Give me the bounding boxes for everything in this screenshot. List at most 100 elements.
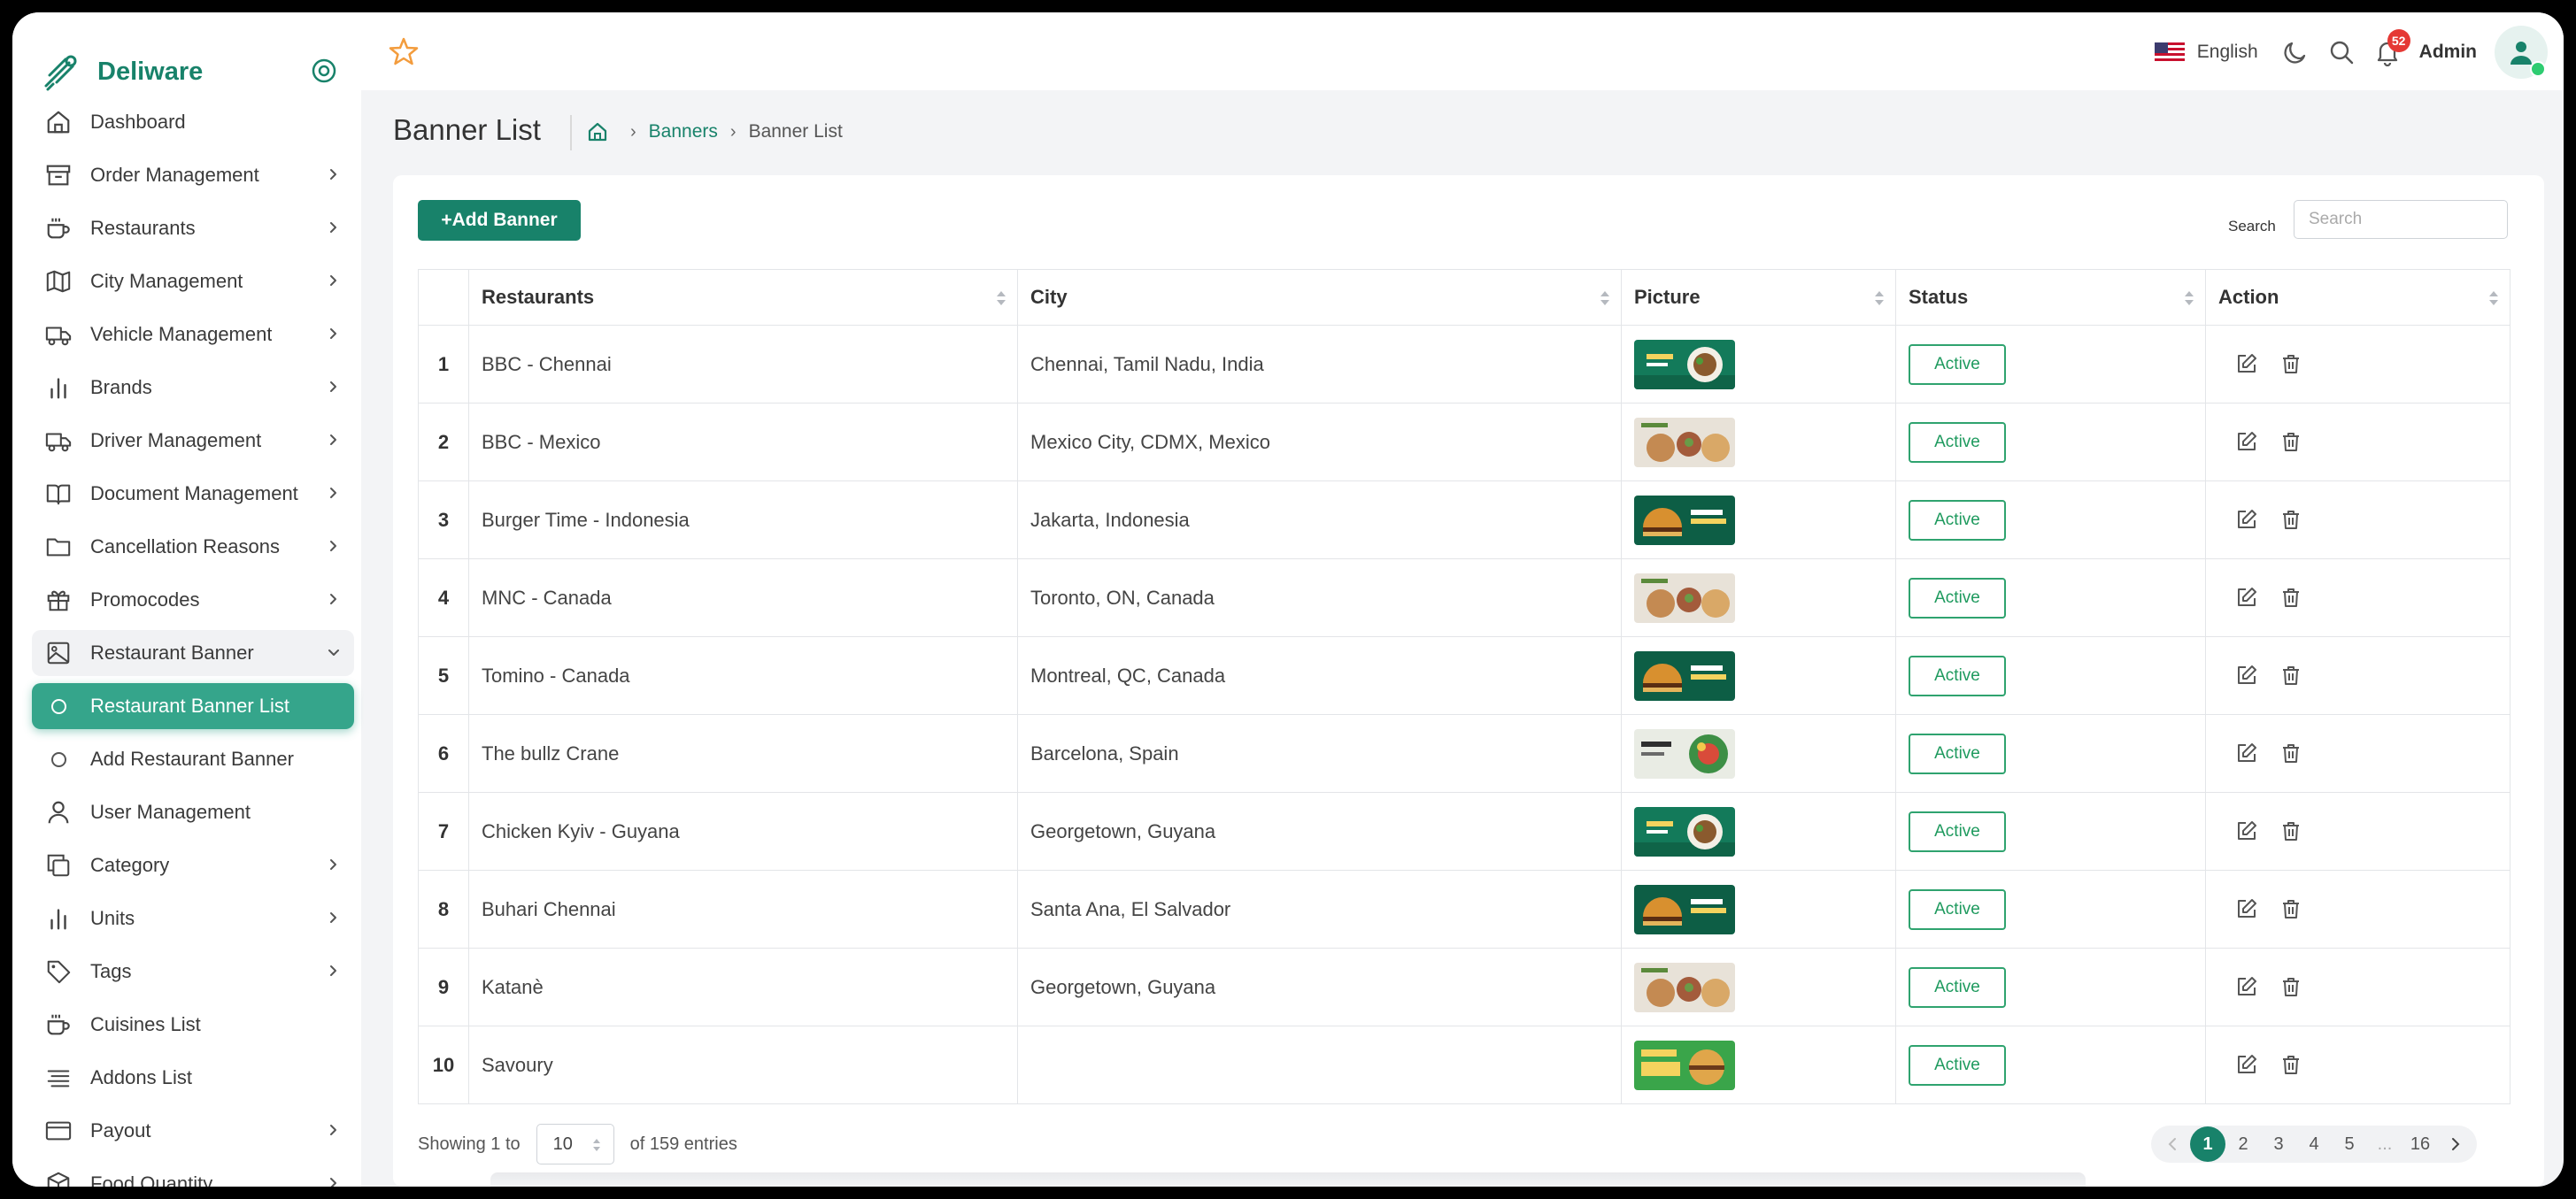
banner-thumbnail[interactable] — [1634, 650, 1735, 701]
table-row: 7 Chicken Kyiv - Guyana Georgetown, Guyana… — [418, 792, 2510, 871]
sidebar-item-vehicle-management[interactable]: Vehicle Management — [32, 311, 354, 357]
banner-thumbnail[interactable] — [1634, 962, 1735, 1012]
language-selector[interactable]: English — [2197, 42, 2258, 63]
delete-button[interactable] — [2279, 896, 2305, 923]
banner-thumbnail[interactable] — [1634, 1040, 1735, 1090]
delete-button[interactable] — [2279, 741, 2305, 767]
sort-icon[interactable] — [996, 289, 1006, 307]
banner-thumbnail[interactable] — [1634, 728, 1735, 779]
breadcrumb-banners-link[interactable]: Banners — [649, 121, 718, 142]
edit-button[interactable] — [2234, 819, 2261, 845]
edit-button[interactable] — [2234, 351, 2261, 378]
sidebar-item-units[interactable]: Units — [32, 895, 354, 942]
page-button[interactable]: 3 — [2261, 1126, 2296, 1162]
breadcrumb-separator: › — [729, 121, 737, 142]
edit-button[interactable] — [2234, 974, 2261, 1001]
page-button[interactable]: 4 — [2296, 1126, 2332, 1162]
edit-button[interactable] — [2234, 429, 2261, 456]
banner-thumbnail[interactable] — [1634, 806, 1735, 857]
brand[interactable]: Deliware — [39, 41, 349, 103]
column-header-city[interactable]: City — [1017, 269, 1622, 326]
status-badge[interactable]: Active — [1909, 577, 2006, 619]
sidebar-item-restaurants[interactable]: Restaurants — [32, 205, 354, 251]
sidebar-item-order-management[interactable]: Order Management — [32, 152, 354, 198]
column-header-picture[interactable]: Picture — [1621, 269, 1896, 326]
sidebar-item-promocodes[interactable]: Promocodes — [32, 577, 354, 623]
page-button[interactable]: 2 — [2225, 1126, 2261, 1162]
delete-button[interactable] — [2279, 585, 2305, 611]
sidebar-item-restaurant-banner-list[interactable]: Restaurant Banner List — [32, 683, 354, 729]
avatar[interactable] — [2495, 26, 2548, 79]
delete-button[interactable] — [2279, 974, 2305, 1001]
sidebar-item-category[interactable]: Category — [32, 842, 354, 888]
home-icon[interactable] — [586, 120, 609, 143]
next-page-button[interactable] — [2438, 1126, 2473, 1162]
edit-button[interactable] — [2234, 585, 2261, 611]
showing-prefix: Showing 1 to — [418, 1134, 521, 1154]
sidebar-item-user-management[interactable]: User Management — [32, 789, 354, 835]
notification-bell[interactable]: 52 — [2373, 29, 2410, 67]
edit-button[interactable] — [2234, 663, 2261, 689]
star-icon[interactable] — [388, 35, 420, 67]
sidebar-item-tags[interactable]: Tags — [32, 949, 354, 995]
sidebar-item-dashboard[interactable]: Dashboard — [32, 99, 354, 145]
status-badge[interactable]: Active — [1909, 888, 2006, 930]
delete-button[interactable] — [2279, 663, 2305, 689]
banner-thumbnail[interactable] — [1634, 884, 1735, 934]
page-button[interactable]: 16 — [2402, 1126, 2438, 1162]
sidebar-item-restaurant-banner[interactable]: Restaurant Banner — [32, 630, 354, 676]
sidebar-item-document-management[interactable]: Document Management — [32, 471, 354, 517]
page-size-select[interactable]: 10 — [536, 1124, 614, 1164]
status-badge[interactable]: Active — [1909, 343, 2006, 385]
sidebar-item-food-quantity[interactable]: Food Quantity — [32, 1161, 354, 1187]
sort-icon[interactable] — [2488, 289, 2499, 307]
sidebar-item-cuisines-list[interactable]: Cuisines List — [32, 1002, 354, 1048]
page-button[interactable]: 1 — [2190, 1126, 2225, 1162]
column-header-label: Restaurants — [482, 286, 595, 308]
sidebar-item-add-restaurant-banner[interactable]: Add Restaurant Banner — [32, 736, 354, 782]
banner-thumbnail[interactable] — [1634, 495, 1735, 545]
column-header-action[interactable]: Action — [2205, 269, 2510, 326]
column-header-restaurants[interactable]: Restaurants — [468, 269, 1018, 326]
sort-icon[interactable] — [1600, 289, 1610, 307]
action-cell — [2205, 1026, 2510, 1104]
column-header-status[interactable]: Status — [1895, 269, 2206, 326]
search-input[interactable] — [2294, 200, 2508, 239]
status-badge[interactable]: Active — [1909, 655, 2006, 696]
edit-button[interactable] — [2234, 1052, 2261, 1079]
edit-button[interactable] — [2234, 741, 2261, 767]
status-badge[interactable]: Active — [1909, 1044, 2006, 1086]
sort-icon[interactable] — [1874, 289, 1885, 307]
edit-button[interactable] — [2234, 507, 2261, 534]
sort-icon[interactable] — [2184, 289, 2194, 307]
status-badge[interactable]: Active — [1909, 733, 2006, 774]
banner-thumbnail[interactable] — [1634, 339, 1735, 389]
city-cell: Montreal, QC, Canada — [1017, 636, 1622, 715]
status-badge[interactable]: Active — [1909, 421, 2006, 463]
moon-icon[interactable] — [2281, 38, 2310, 66]
add-banner-button[interactable]: +Add Banner — [418, 200, 581, 241]
page-button[interactable]: 5 — [2332, 1126, 2367, 1162]
sidebar-item-cancellation-reasons[interactable]: Cancellation Reasons — [32, 524, 354, 570]
sidebar-item-brands[interactable]: Brands — [32, 365, 354, 411]
status-badge[interactable]: Active — [1909, 811, 2006, 852]
prev-page-button[interactable] — [2155, 1126, 2190, 1162]
sidebar-toggle-icon[interactable] — [308, 55, 340, 87]
delete-button[interactable] — [2279, 507, 2305, 534]
user-name[interactable]: Admin — [2419, 42, 2477, 63]
search-icon[interactable] — [2327, 38, 2356, 66]
status-badge[interactable]: Active — [1909, 499, 2006, 541]
status-badge[interactable]: Active — [1909, 966, 2006, 1008]
delete-button[interactable] — [2279, 429, 2305, 456]
sidebar-item-driver-management[interactable]: Driver Management — [32, 418, 354, 464]
sidebar-item-payout[interactable]: Payout — [32, 1108, 354, 1154]
banner-thumbnail[interactable] — [1634, 573, 1735, 623]
us-flag-icon[interactable] — [2154, 42, 2185, 62]
sidebar-item-city-management[interactable]: City Management — [32, 258, 354, 304]
edit-button[interactable] — [2234, 896, 2261, 923]
banner-thumbnail[interactable] — [1634, 417, 1735, 467]
delete-button[interactable] — [2279, 1052, 2305, 1079]
delete-button[interactable] — [2279, 819, 2305, 845]
sidebar-item-addons-list[interactable]: Addons List — [32, 1055, 354, 1101]
delete-button[interactable] — [2279, 351, 2305, 378]
